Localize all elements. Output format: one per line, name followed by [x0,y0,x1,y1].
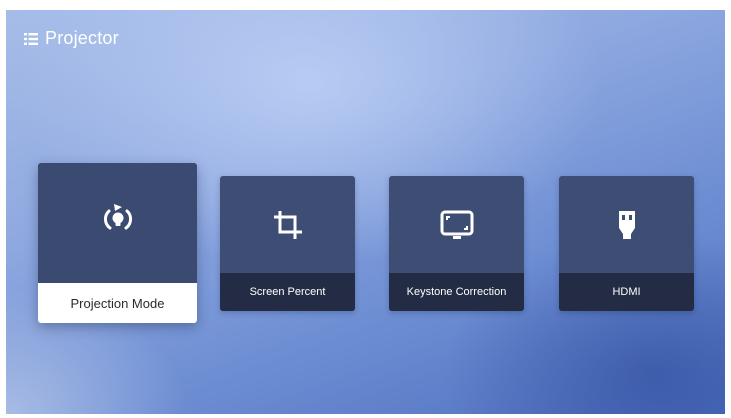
tile-hdmi[interactable]: HDMI [559,176,694,311]
keystone-icon [440,210,473,239]
page-title: Projector [45,28,119,48]
projection-mode-icon [103,204,132,230]
hdmi-icon [618,210,635,239]
tile-label: Keystone Correction [389,273,524,311]
tile-label: Projection Mode [38,283,197,323]
header: Projector [24,28,119,49]
tile-keystone-correction[interactable]: Keystone Correction [389,176,524,311]
tile-label: HDMI [559,273,694,311]
projector-screen: Projector Projection Mode Screen Percent [6,10,725,414]
tile-projection-mode[interactable]: Projection Mode [38,163,197,323]
menu-list-icon [24,32,38,45]
crop-icon [273,210,302,239]
tile-label: Screen Percent [220,273,355,311]
tile-screen-percent[interactable]: Screen Percent [220,176,355,311]
